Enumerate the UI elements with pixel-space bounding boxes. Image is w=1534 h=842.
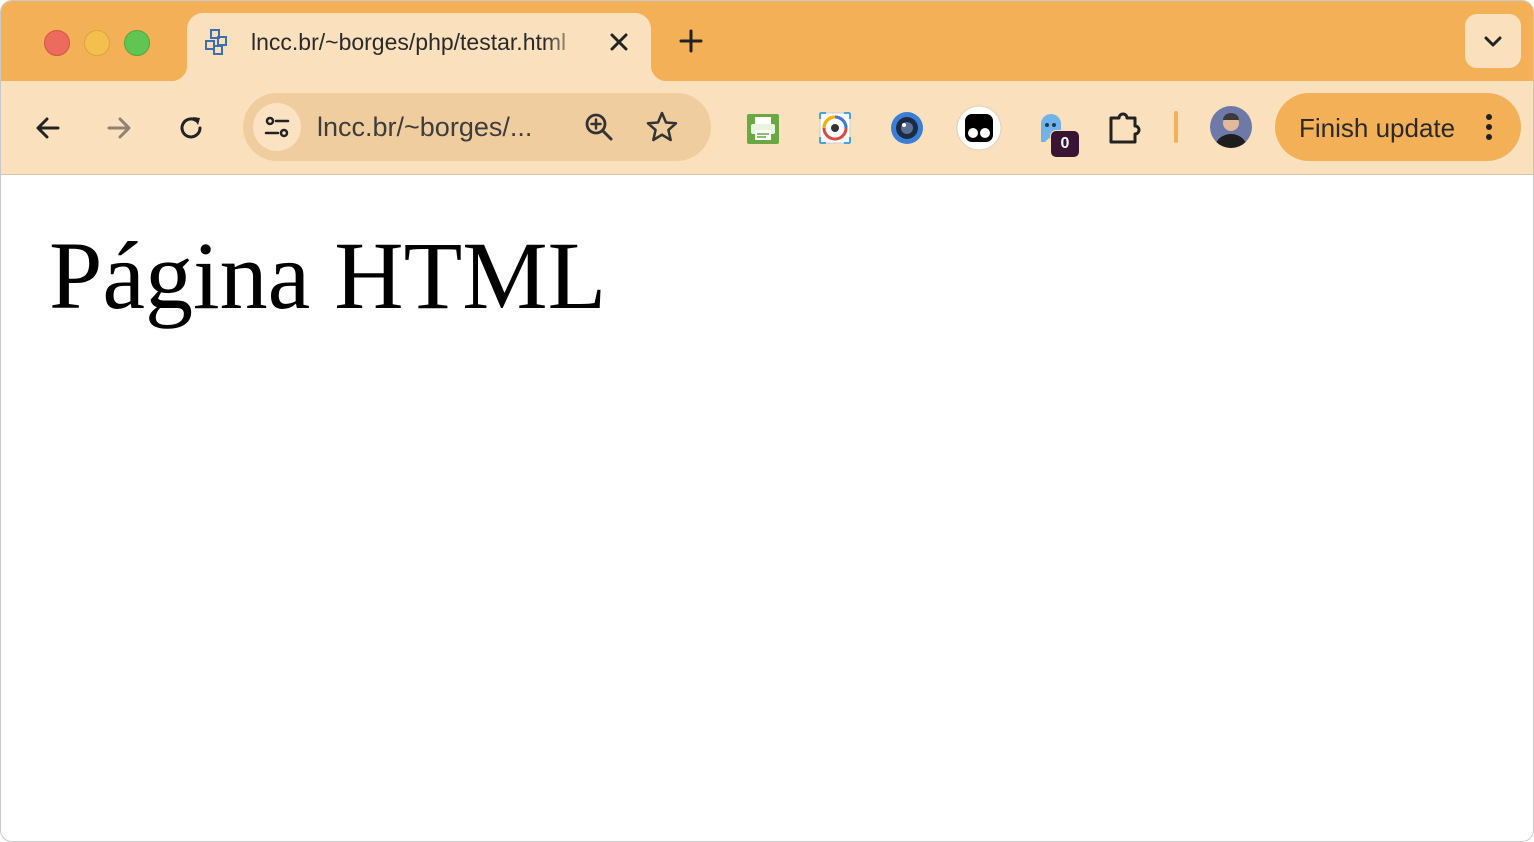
active-tab[interactable]: lncc.br/~borges/php/testar.html bbox=[171, 13, 667, 81]
minimize-window-button[interactable] bbox=[84, 30, 110, 56]
arrow-left-icon[interactable] bbox=[32, 112, 64, 144]
printer-extension-icon[interactable] bbox=[743, 108, 783, 148]
kebab-menu-icon[interactable] bbox=[1475, 111, 1503, 143]
site-info-button[interactable] bbox=[253, 103, 301, 151]
arrow-right-icon[interactable] bbox=[103, 112, 135, 144]
chevron-down-icon bbox=[1484, 36, 1502, 47]
color-picker-extension-icon[interactable] bbox=[815, 108, 855, 148]
plus-icon[interactable] bbox=[677, 27, 705, 55]
tune-icon bbox=[264, 116, 290, 138]
url-text[interactable]: lncc.br/~borges/... bbox=[317, 111, 567, 143]
globe-network-icon bbox=[205, 29, 227, 55]
zoom-window-button[interactable] bbox=[124, 30, 150, 56]
tampermonkey-extension-icon[interactable] bbox=[956, 105, 1002, 151]
address-bar[interactable]: lncc.br/~borges/... bbox=[243, 93, 711, 161]
ghost-extension-badge: 0 bbox=[1050, 130, 1080, 158]
page-content: Página HTML bbox=[1, 175, 1533, 841]
browser-window: lncc.br/~borges/php/testar.html lncc.br/… bbox=[0, 0, 1534, 842]
tab-title: lncc.br/~borges/php/testar.html bbox=[251, 29, 567, 55]
star-icon[interactable] bbox=[645, 110, 679, 144]
lens-extension-icon[interactable] bbox=[887, 108, 927, 148]
profile-avatar[interactable] bbox=[1210, 106, 1252, 148]
reload-icon[interactable] bbox=[175, 112, 207, 144]
toolbar-divider bbox=[1174, 111, 1178, 143]
toolbar: lncc.br/~borges/... 0 Finish update bbox=[1, 81, 1533, 175]
page-heading: Página HTML bbox=[49, 222, 607, 329]
zoom-in-icon[interactable] bbox=[583, 111, 615, 143]
puzzle-extensions-icon[interactable] bbox=[1105, 108, 1145, 148]
finish-update-button[interactable]: Finish update bbox=[1275, 93, 1521, 161]
close-window-button[interactable] bbox=[44, 30, 70, 56]
tab-strip: lncc.br/~borges/php/testar.html bbox=[1, 1, 1533, 81]
close-icon[interactable] bbox=[605, 28, 633, 56]
tab-search-button[interactable] bbox=[1465, 14, 1521, 68]
finish-update-label: Finish update bbox=[1299, 113, 1456, 143]
